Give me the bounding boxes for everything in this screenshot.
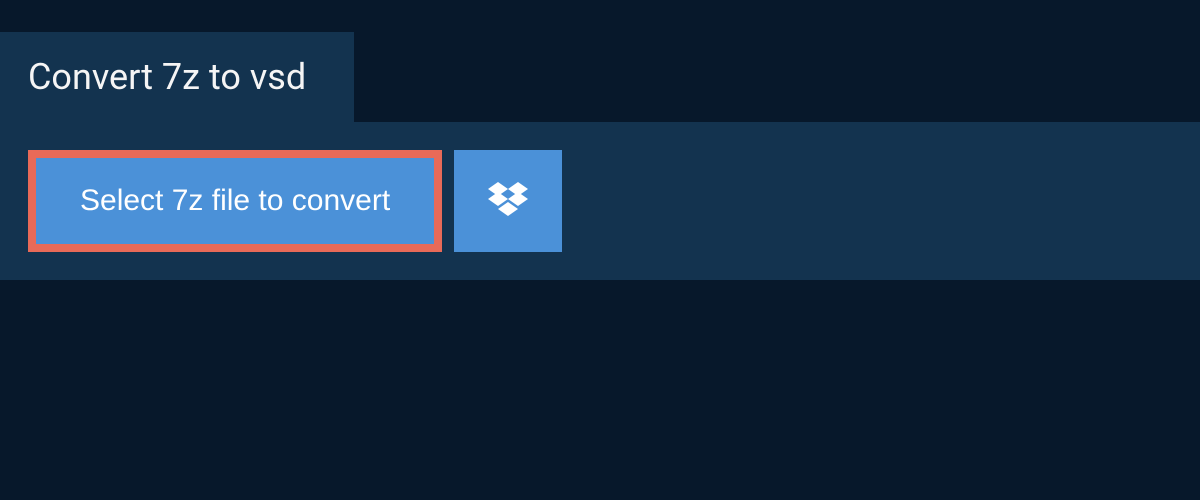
tab-title: Convert 7z to vsd bbox=[28, 56, 306, 98]
select-file-button[interactable]: Select 7z file to convert bbox=[28, 150, 442, 252]
select-file-label: Select 7z file to convert bbox=[80, 184, 390, 218]
tab-header: Convert 7z to vsd bbox=[0, 32, 354, 122]
button-row: Select 7z file to convert bbox=[28, 150, 1172, 252]
convert-panel: Select 7z file to convert bbox=[0, 122, 1200, 280]
dropbox-button[interactable] bbox=[454, 150, 562, 252]
dropbox-icon bbox=[488, 182, 528, 221]
